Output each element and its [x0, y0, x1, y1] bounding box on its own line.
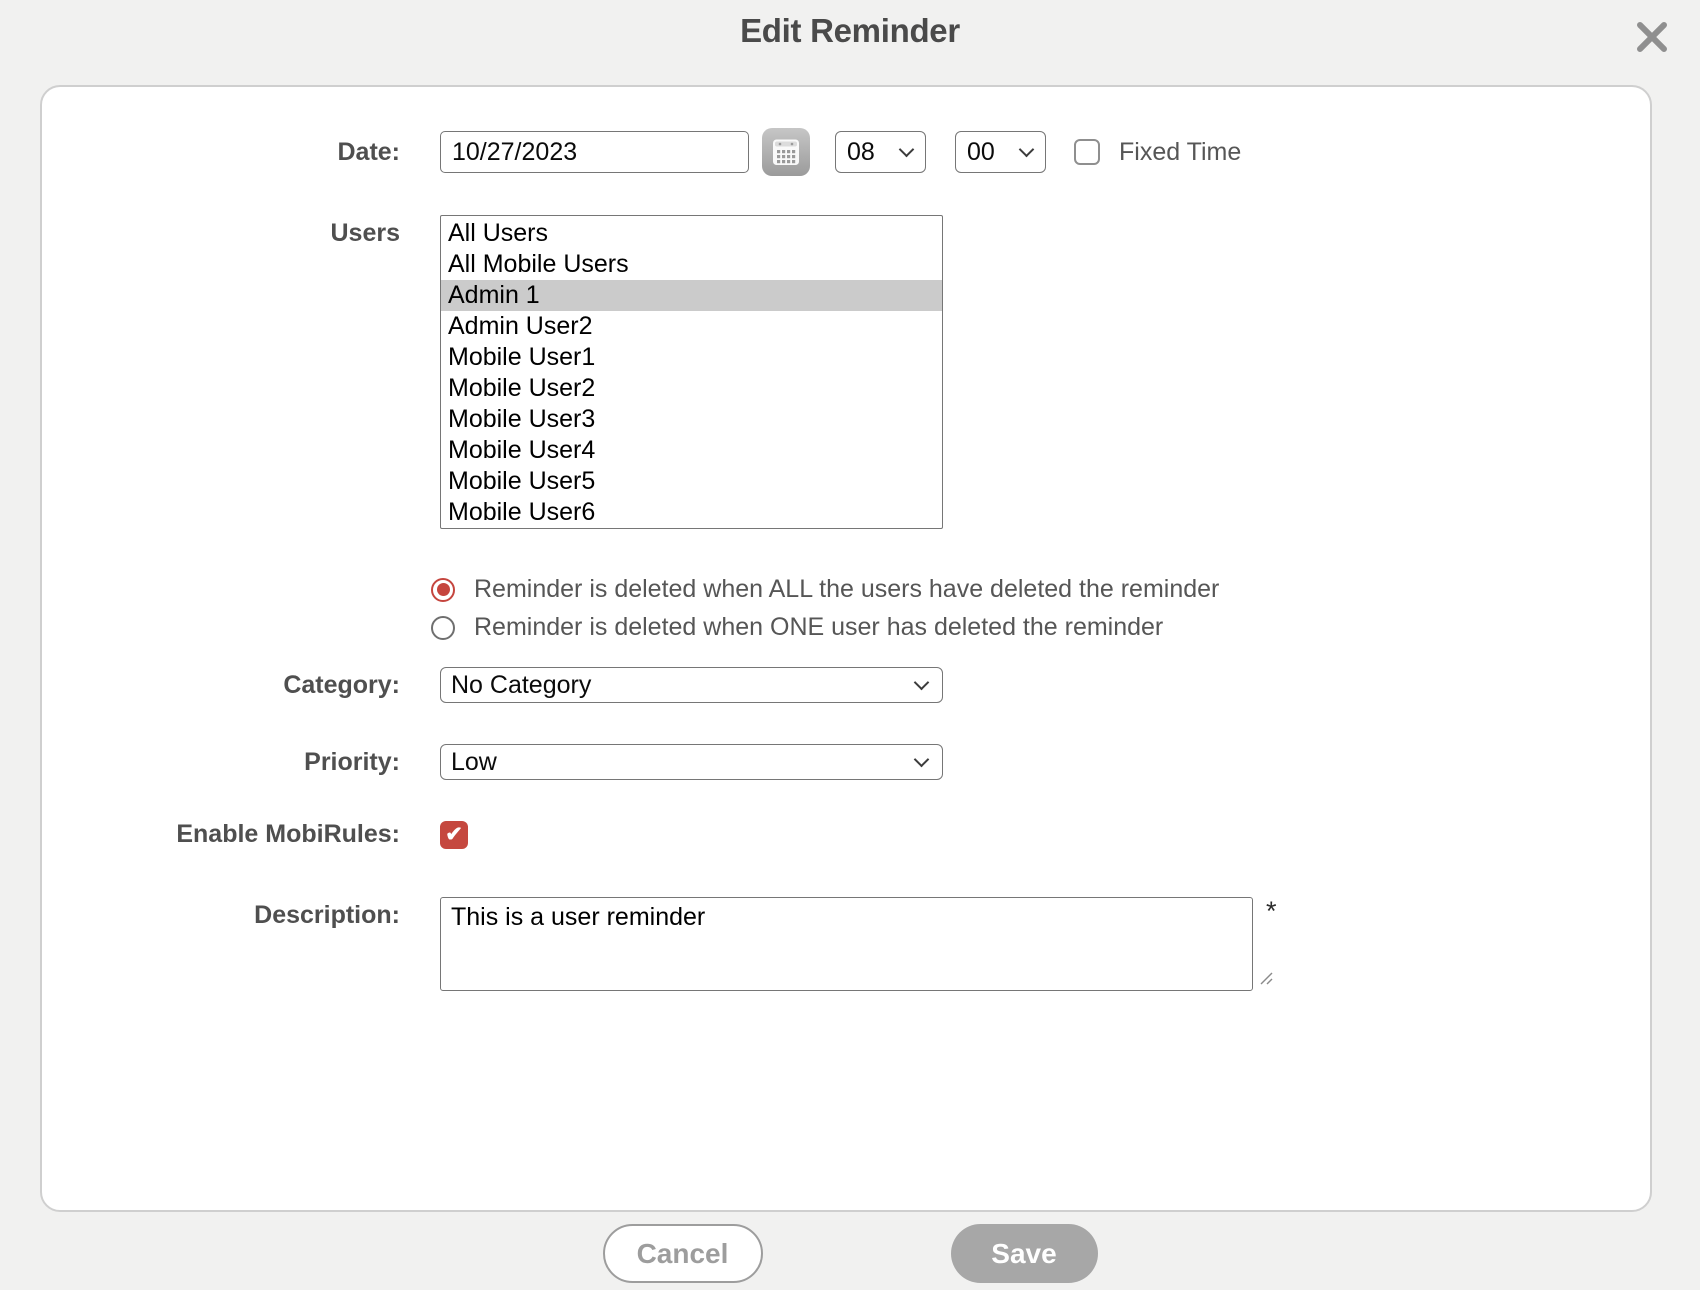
users-label: Users [42, 215, 440, 248]
date-row: Date: 08 00 Fixed Time [42, 129, 1650, 175]
users-listbox-option[interactable]: All Mobile Users [441, 249, 942, 280]
minute-select-value: 00 [967, 138, 995, 167]
close-button[interactable] [1632, 18, 1672, 58]
users-listbox-option[interactable]: Mobile User1 [441, 342, 942, 373]
cancel-button[interactable]: Cancel [603, 1224, 763, 1283]
minute-select[interactable]: 00 [955, 131, 1046, 173]
description-label: Description: [42, 897, 440, 930]
radio-unselected-icon[interactable] [431, 616, 455, 640]
save-button[interactable]: Save [951, 1224, 1098, 1283]
category-select[interactable]: No Category [440, 667, 943, 703]
chevron-down-icon [899, 141, 915, 157]
close-icon [1635, 20, 1669, 54]
delete-rule-option[interactable]: Reminder is deleted when ALL the users h… [431, 575, 1650, 604]
users-listbox[interactable]: All UsersAll Mobile UsersAdmin 1Admin Us… [440, 215, 943, 529]
mobirules-label: Enable MobiRules: [42, 820, 440, 849]
description-textarea[interactable]: This is a user reminder [440, 897, 1253, 991]
mobirules-checkbox-checked[interactable]: ✔ [440, 821, 468, 849]
priority-select-value: Low [451, 748, 497, 777]
delete-rule-option-label: Reminder is deleted when ONE user has de… [474, 613, 1163, 642]
hour-select[interactable]: 08 [835, 131, 926, 173]
users-listbox-option[interactable]: Mobile User2 [441, 373, 942, 404]
check-icon: ✔ [445, 822, 463, 847]
users-row: Users All UsersAll Mobile UsersAdmin 1Ad… [42, 215, 1650, 529]
date-input[interactable] [440, 131, 749, 173]
priority-row: Priority: Low [42, 744, 1650, 780]
dialog-actions: Cancel Save [0, 1224, 1700, 1283]
mobirules-row: Enable MobiRules: ✔ [42, 820, 1650, 849]
chevron-down-icon [1019, 141, 1035, 157]
category-label: Category: [42, 671, 440, 700]
priority-label: Priority: [42, 748, 440, 777]
category-select-value: No Category [451, 671, 591, 700]
date-label: Date: [42, 138, 440, 167]
users-listbox-option[interactable]: Admin User2 [441, 311, 942, 342]
chevron-down-icon [914, 674, 930, 690]
delete-rule-radio-group: Reminder is deleted when ALL the users h… [431, 575, 1650, 642]
users-listbox-option[interactable]: Mobile User3 [441, 404, 942, 435]
hour-select-value: 08 [847, 138, 875, 167]
resize-handle-icon[interactable] [1260, 972, 1273, 985]
delete-rule-option-label: Reminder is deleted when ALL the users h… [474, 575, 1219, 604]
users-listbox-option[interactable]: Mobile User5 [441, 466, 942, 497]
required-marker: * [1266, 897, 1277, 927]
users-listbox-option[interactable]: All Users [441, 218, 942, 249]
delete-rule-option[interactable]: Reminder is deleted when ONE user has de… [431, 613, 1650, 642]
priority-select[interactable]: Low [440, 744, 943, 780]
page-title: Edit Reminder [0, 12, 1700, 50]
users-listbox-option[interactable]: Admin 1 [441, 280, 942, 311]
radio-selected-icon[interactable] [431, 578, 455, 602]
edit-reminder-panel: Date: 08 00 Fixed Time [40, 85, 1652, 1212]
fixed-time-checkbox[interactable] [1074, 139, 1100, 165]
fixed-time-label: Fixed Time [1119, 138, 1241, 167]
users-listbox-option[interactable]: Mobile User4 [441, 435, 942, 466]
calendar-button[interactable] [762, 128, 810, 176]
category-row: Category: No Category [42, 667, 1650, 703]
users-listbox-option[interactable]: Mobile User6 [441, 497, 942, 528]
calendar-icon [768, 134, 804, 170]
chevron-down-icon [914, 751, 930, 767]
description-row: Description: This is a user reminder * [42, 897, 1650, 991]
